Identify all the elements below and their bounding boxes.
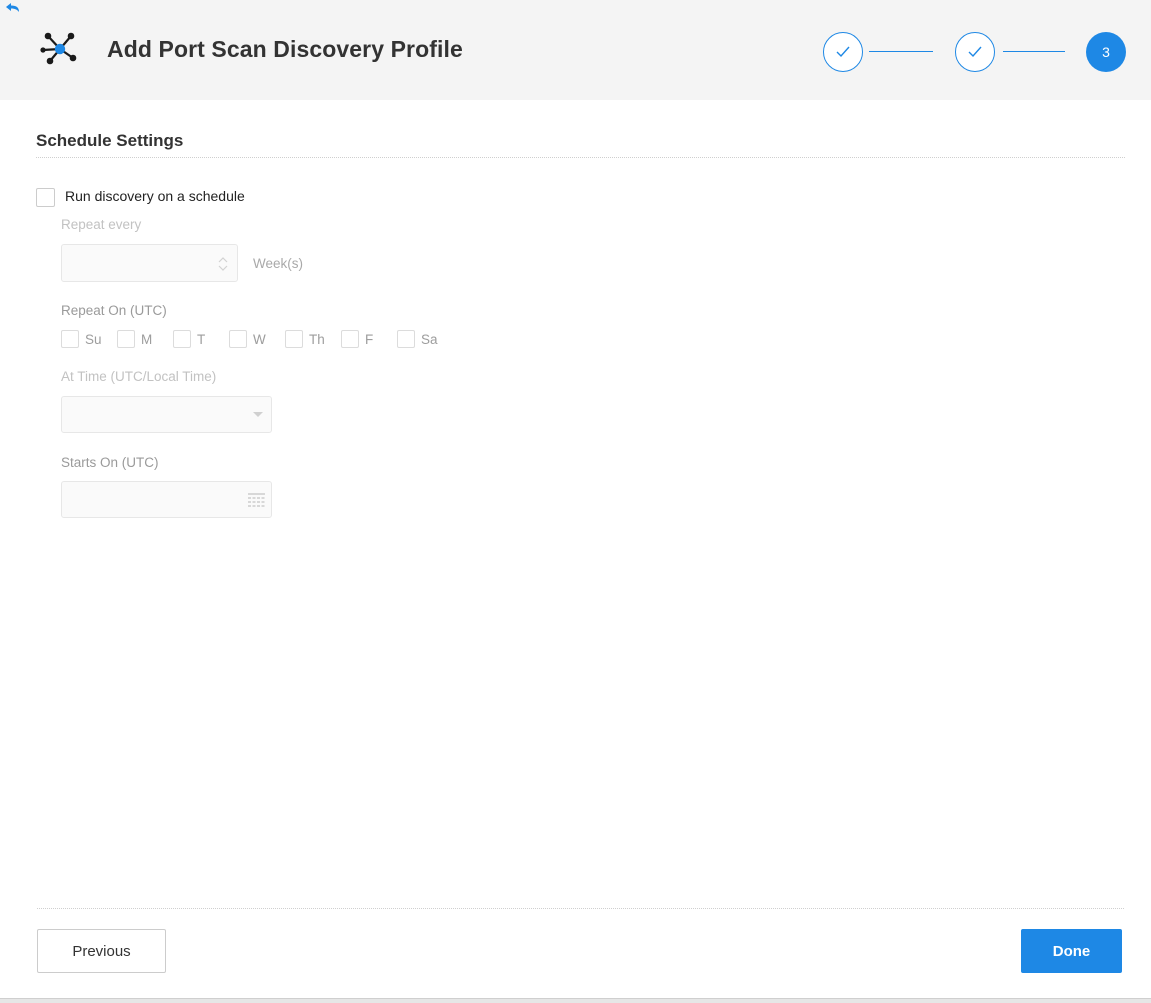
network-hub-icon bbox=[40, 30, 80, 68]
footer-divider bbox=[37, 908, 1124, 909]
day-label: Th bbox=[309, 331, 325, 347]
repeat-every-label: Repeat every bbox=[61, 217, 142, 232]
day-checkbox-box[interactable] bbox=[117, 330, 135, 348]
day-checkbox-w[interactable]: W bbox=[229, 330, 266, 348]
day-label: W bbox=[253, 331, 266, 347]
window-bottom-edge bbox=[0, 998, 1151, 1003]
step-connector bbox=[869, 51, 933, 52]
run-on-schedule-checkbox[interactable] bbox=[36, 188, 55, 207]
chevron-down-icon bbox=[253, 412, 263, 417]
section-divider bbox=[36, 157, 1125, 158]
check-icon bbox=[968, 46, 982, 58]
wizard-header: Add Port Scan Discovery Profile 3 bbox=[0, 0, 1151, 100]
back-arrow-icon[interactable] bbox=[4, 2, 22, 16]
day-label: Su bbox=[85, 331, 102, 347]
step-1-complete[interactable] bbox=[823, 32, 863, 72]
day-checkbox-box[interactable] bbox=[397, 330, 415, 348]
day-checkbox-th[interactable]: Th bbox=[285, 330, 325, 348]
section-title: Schedule Settings bbox=[36, 131, 184, 150]
check-icon bbox=[836, 46, 850, 58]
day-checkbox-box[interactable] bbox=[285, 330, 303, 348]
day-checkbox-m[interactable]: M bbox=[117, 330, 152, 348]
day-label: Sa bbox=[421, 331, 438, 347]
day-checkbox-sa[interactable]: Sa bbox=[397, 330, 438, 348]
run-on-schedule-label[interactable]: Run discovery on a schedule bbox=[65, 188, 245, 204]
repeat-unit-label: Week(s) bbox=[253, 256, 304, 271]
day-label: F bbox=[365, 331, 374, 347]
repeat-on-label: Repeat On (UTC) bbox=[61, 303, 167, 318]
starts-on-date-input[interactable] bbox=[61, 481, 272, 518]
day-label: M bbox=[141, 331, 153, 347]
step-3-current[interactable]: 3 bbox=[1086, 32, 1126, 72]
day-checkbox-f[interactable]: F bbox=[341, 330, 373, 348]
page-title: Add Port Scan Discovery Profile bbox=[107, 36, 463, 62]
done-button[interactable]: Done bbox=[1021, 929, 1122, 973]
wizard-stepper: 3 bbox=[823, 32, 1133, 72]
step-2-complete[interactable] bbox=[955, 32, 995, 72]
day-checkbox-box[interactable] bbox=[61, 330, 79, 348]
day-checkbox-t[interactable]: T bbox=[173, 330, 205, 348]
spinner-arrows-icon[interactable] bbox=[218, 257, 228, 271]
day-checkbox-box[interactable] bbox=[173, 330, 191, 348]
day-label: T bbox=[197, 331, 206, 347]
calendar-icon[interactable] bbox=[248, 493, 265, 508]
at-time-label: At Time (UTC/Local Time) bbox=[61, 369, 217, 384]
day-checkbox-su[interactable]: Su bbox=[61, 330, 102, 348]
step-connector bbox=[1003, 51, 1065, 52]
at-time-select[interactable] bbox=[61, 396, 272, 433]
starts-on-label: Starts On (UTC) bbox=[61, 455, 159, 470]
previous-button[interactable]: Previous bbox=[37, 929, 166, 973]
day-checkbox-box[interactable] bbox=[229, 330, 247, 348]
day-checkbox-box[interactable] bbox=[341, 330, 359, 348]
repeat-every-input[interactable] bbox=[61, 244, 238, 282]
